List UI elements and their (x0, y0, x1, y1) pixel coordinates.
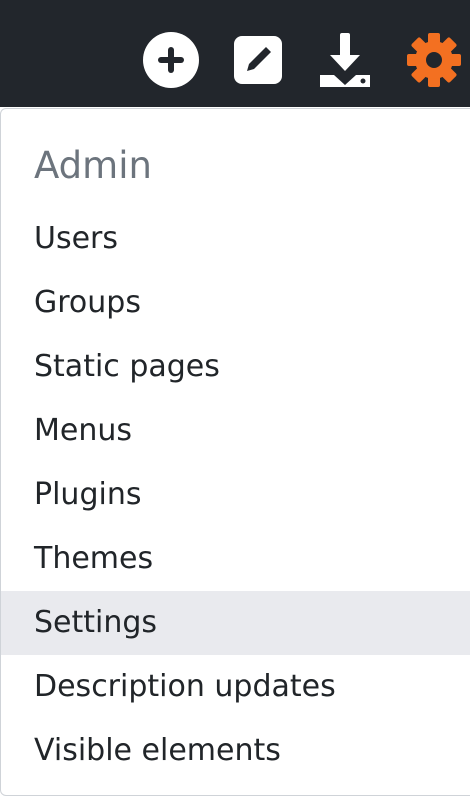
plus-circle-icon (143, 32, 199, 88)
gear-icon (407, 33, 461, 87)
menu-item-menus[interactable]: Menus (1, 399, 470, 463)
download-icon (320, 33, 370, 87)
menu-item-visible-elements[interactable]: Visible elements (1, 719, 470, 783)
menu-item-settings[interactable]: Settings (1, 591, 470, 655)
menu-item-static-pages[interactable]: Static pages (1, 335, 470, 399)
admin-dropdown-menu: Admin Users Groups Static pages Menus Pl… (0, 108, 470, 796)
dropdown-header: Admin (34, 144, 152, 187)
menu-list: Users Groups Static pages Menus Plugins … (1, 207, 470, 783)
add-button[interactable] (142, 31, 200, 89)
menu-item-users[interactable]: Users (1, 207, 470, 271)
top-toolbar (0, 0, 470, 107)
download-button[interactable] (316, 31, 374, 89)
settings-button[interactable] (405, 31, 463, 89)
menu-item-groups[interactable]: Groups (1, 271, 470, 335)
menu-item-description-updates[interactable]: Description updates (1, 655, 470, 719)
menu-item-themes[interactable]: Themes (1, 527, 470, 591)
edit-icon (234, 36, 282, 84)
menu-item-plugins[interactable]: Plugins (1, 463, 470, 527)
edit-button[interactable] (229, 31, 287, 89)
